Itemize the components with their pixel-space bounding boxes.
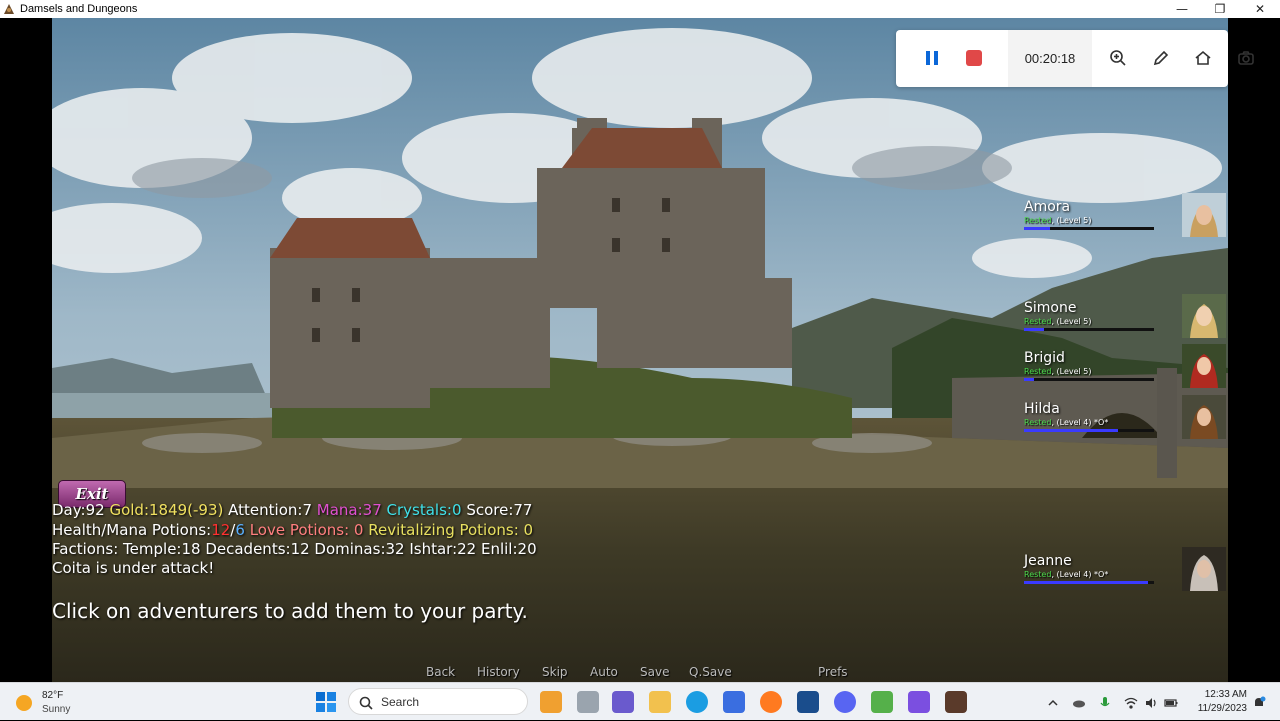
weather-temperature: 82°F <box>42 690 64 701</box>
widgets-app-icon[interactable] <box>540 691 562 713</box>
gold-counter: Gold:1849(-93) <box>109 501 224 519</box>
hud-potions-line: Health/Mana Potions:12/6 Love Potions: 0… <box>52 521 533 539</box>
member-portrait <box>1182 294 1226 338</box>
screen-recorder-toolbar: 00:20:18 <box>896 30 1254 87</box>
member-status: Rested, (Level 4) *O* <box>1024 418 1109 427</box>
window-titlebar: Damsels and Dungeons — ❐ ✕ <box>0 0 1280 18</box>
store-icon[interactable] <box>723 691 745 713</box>
maximize-button[interactable]: ❐ <box>1200 0 1240 18</box>
quick-menu-qsave[interactable]: Q.Save <box>689 665 732 679</box>
game-viewport: 00:20:18 Amora Rested, (Level 5) Simone … <box>0 18 1280 682</box>
taskbar-search-box[interactable]: Search <box>348 688 528 715</box>
mana-counter: Mana:37 <box>316 501 382 519</box>
potions-label: Health/Mana Potions: <box>52 521 212 539</box>
pause-icon[interactable] <box>920 46 944 70</box>
crystals-counter: Crystals:0 <box>386 501 462 519</box>
firefox-icon[interactable] <box>760 691 782 713</box>
member-portrait <box>1182 193 1226 237</box>
quick-menu-prefs[interactable]: Prefs <box>818 665 848 679</box>
member-portrait <box>1182 547 1226 591</box>
day-counter: Day:92 <box>52 501 105 519</box>
clock-time[interactable]: 12:33 AM <box>1197 689 1247 700</box>
stop-icon[interactable] <box>962 46 986 70</box>
party-member-brigid[interactable]: Brigid Rested, (Level 5) <box>1024 344 1228 396</box>
camera-icon[interactable] <box>1234 46 1258 70</box>
member-name: Brigid <box>1024 350 1065 366</box>
love-potions-count: Love Potions: 0 <box>249 521 364 539</box>
alert-message: Coita is under attack! <box>52 559 215 577</box>
member-name: Jeanne <box>1024 553 1072 569</box>
member-health-bar <box>1024 378 1154 381</box>
hud-stats-line: Day:92 Gold:1849(-93) Attention:7 Mana:3… <box>52 501 532 519</box>
member-status: Rested, (Level 5) <box>1024 317 1092 326</box>
member-health-bar <box>1024 429 1154 432</box>
quick-menu-auto[interactable]: Auto <box>590 665 618 679</box>
windows-start-icon[interactable] <box>315 691 337 713</box>
member-status: Rested, (Level 5) <box>1024 216 1092 225</box>
teams-chat-icon[interactable] <box>612 691 634 713</box>
member-portrait <box>1182 344 1226 388</box>
member-name: Simone <box>1024 300 1077 316</box>
member-portrait <box>1182 395 1226 439</box>
clock-date[interactable]: 11/29/2023 <box>1190 703 1247 714</box>
revitalizing-potions-count: Revitalizing Potions: 0 <box>368 521 534 539</box>
party-member-amora[interactable]: Amora Rested, (Level 5) <box>1024 193 1228 245</box>
speaker-icon[interactable] <box>1144 695 1158 709</box>
quick-menu-back[interactable]: Back <box>426 665 455 679</box>
party-member-jeanne[interactable]: Jeanne Rested, (Level 4) *O* <box>1024 547 1228 599</box>
search-icon <box>359 695 373 710</box>
party-member-simone[interactable]: Simone Rested, (Level 5) <box>1024 294 1228 346</box>
battery-icon[interactable] <box>1164 695 1178 709</box>
weather-condition: Sunny <box>42 704 71 715</box>
layers-app-icon[interactable] <box>871 691 893 713</box>
score-counter: Score:77 <box>466 501 533 519</box>
quick-menu-save[interactable]: Save <box>640 665 669 679</box>
shield-app-icon[interactable] <box>797 691 819 713</box>
recording-timer: 00:20:18 <box>1008 30 1092 87</box>
factions-line: Factions: Temple:18 Decadents:12 Dominas… <box>52 540 537 558</box>
instruction-text: Click on adventurers to add them to your… <box>52 599 528 623</box>
cloud-icon[interactable] <box>1072 695 1086 709</box>
quick-menu-history[interactable]: History <box>477 665 520 679</box>
quick-menu-skip[interactable]: Skip <box>542 665 568 679</box>
task-view-icon[interactable] <box>577 691 599 713</box>
member-health-bar <box>1024 328 1154 331</box>
close-button[interactable]: ✕ <box>1240 0 1280 18</box>
discord-icon[interactable] <box>834 691 856 713</box>
party-member-hilda[interactable]: Hilda Rested, (Level 4) *O* <box>1024 395 1228 447</box>
member-name: Hilda <box>1024 401 1060 417</box>
home-icon[interactable] <box>1191 46 1215 70</box>
pen-icon[interactable] <box>1149 46 1173 70</box>
edge-browser-icon[interactable] <box>686 691 708 713</box>
minimize-button[interactable]: — <box>1162 0 1202 18</box>
microphone-icon[interactable] <box>1098 695 1112 709</box>
window-title: Damsels and Dungeons <box>20 3 138 15</box>
member-health-bar <box>1024 581 1154 584</box>
search-label: Search <box>381 694 420 709</box>
health-potions-count: 12 <box>211 521 231 539</box>
app-icon <box>2 2 16 16</box>
chat-app-icon[interactable] <box>908 691 930 713</box>
weather-widget[interactable]: 82°F Sunny <box>14 687 94 717</box>
member-status: Rested, (Level 5) <box>1024 367 1092 376</box>
attention-counter: Attention:7 <box>228 501 312 519</box>
mana-potions-count: 6 <box>235 521 245 539</box>
file-explorer-icon[interactable] <box>649 691 671 713</box>
notification-bell-icon[interactable] <box>1252 695 1266 709</box>
chevron-up-icon[interactable] <box>1046 695 1060 709</box>
member-name: Amora <box>1024 199 1071 215</box>
zoom-in-icon[interactable] <box>1106 46 1130 70</box>
game-app-icon[interactable] <box>945 691 967 713</box>
sun-icon <box>16 695 32 711</box>
quick-menu: Back History Skip Auto Save Q.Save Prefs <box>0 665 1280 681</box>
windows-taskbar: 82°F Sunny Search 12:33 AM 11/29/2023 <box>0 682 1280 720</box>
member-status: Rested, (Level 4) *O* <box>1024 570 1109 579</box>
wifi-icon[interactable] <box>1124 695 1138 709</box>
member-health-bar <box>1024 227 1154 230</box>
